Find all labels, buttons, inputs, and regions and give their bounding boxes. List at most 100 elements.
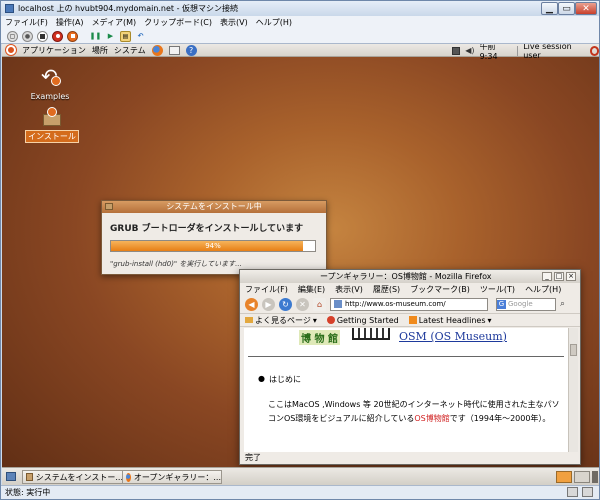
start-button[interactable]: ●	[22, 30, 33, 42]
vm-menu-action[interactable]: 操作(A)	[56, 17, 84, 28]
url-bar[interactable]: http://www.os-museum.com/	[330, 297, 488, 311]
bookmark-label: Latest Headlines	[418, 315, 486, 325]
installer-progress-bar: 94%	[110, 240, 316, 252]
page-paragraph-line-2: コンOS環境をビジュアルに紹介しているOS博物館です（1994年～2000年）。	[268, 413, 550, 424]
ubuntu-logo-icon	[6, 45, 16, 55]
menu-system[interactable]: システム	[114, 45, 146, 56]
show-desktop-icon[interactable]	[6, 472, 16, 481]
trash-icon[interactable]	[592, 471, 598, 483]
shutdown-button[interactable]	[52, 30, 63, 42]
page-bullet-text: はじめに	[268, 375, 301, 384]
bookmark-latest-headlines[interactable]: Latest Headlines ▾	[408, 315, 492, 325]
installer-heading: GRUB ブートローダをインストールしています	[110, 224, 304, 234]
power-icon[interactable]	[589, 45, 599, 56]
firefox-minimize-button[interactable]: _	[542, 272, 552, 281]
ff-menu-help[interactable]: ヘルプ(H)	[525, 284, 561, 295]
search-icon[interactable]: ⌕	[560, 299, 565, 309]
menu-applications[interactable]: アプリケーション	[22, 45, 86, 56]
firefox-maximize-button[interactable]: □	[554, 272, 564, 281]
ctrl-alt-del-button[interactable]: ▢	[7, 30, 18, 42]
revert-button[interactable]: ↶	[135, 31, 146, 42]
volume-icon[interactable]: ◀)	[465, 46, 474, 55]
reload-icon: ↻	[282, 299, 289, 309]
desktop-icon-label: Examples	[30, 92, 70, 101]
reload-button[interactable]: ↻	[279, 297, 292, 311]
ff-menu-view[interactable]: 表示(V)	[335, 284, 363, 295]
help-launcher-icon[interactable]: ?	[185, 44, 197, 56]
stop-button[interactable]: ✕	[296, 297, 309, 311]
bookmark-label: よく見るページ	[255, 315, 311, 325]
rss-icon	[408, 316, 417, 324]
minimize-button[interactable]: ▁	[541, 2, 558, 15]
vm-menu-help[interactable]: ヘルプ(H)	[256, 17, 292, 28]
installer-titlebar[interactable]: システムをインストール中	[102, 201, 326, 213]
vm-menu-clipboard[interactable]: クリップボード(C)	[144, 17, 212, 28]
snapshot-button[interactable]: ▤	[120, 30, 131, 42]
installer-dialog: システムをインストール中 GRUB ブートローダをインストールしています 94%…	[101, 200, 327, 275]
desktop-icon-install[interactable]: インストール	[22, 106, 82, 143]
os-museum-link[interactable]: OS博物館	[414, 414, 449, 423]
shutdown-icon	[55, 34, 60, 38]
installer-progress-label: 94%	[205, 242, 221, 250]
vm-statusbar: 状態: 実行中	[1, 485, 599, 499]
taskbar-item-installer[interactable]: システムをインストー...	[22, 470, 124, 484]
ff-menu-history[interactable]: 履歴(S)	[373, 284, 400, 295]
ff-menu-file[interactable]: ファイル(F)	[245, 284, 288, 295]
panel-user[interactable]: Live session user	[523, 44, 584, 60]
page-content[interactable]: 博 物 館 OSM (OS Museum) ● はじめに ここはMacOS ,W…	[244, 328, 568, 452]
home-button[interactable]: ⌂	[313, 297, 326, 311]
play-icon: ▶	[107, 32, 114, 40]
reset-button[interactable]: ▶	[105, 31, 116, 42]
film-strip-graphic	[352, 328, 390, 340]
bookmark-folder-icon	[245, 317, 253, 323]
workspace-switcher-1[interactable]	[556, 471, 572, 483]
ff-menu-edit[interactable]: 編集(E)	[298, 284, 325, 295]
turn-off-button[interactable]	[37, 30, 48, 42]
menu-places[interactable]: 場所	[92, 45, 108, 56]
vm-menu-file[interactable]: ファイル(F)	[5, 17, 48, 28]
save-state-button[interactable]	[67, 30, 78, 42]
firefox-close-button[interactable]: ×	[566, 272, 576, 281]
back-arrow-icon: ◀	[248, 299, 255, 309]
close-icon: ✕	[582, 3, 590, 14]
ff-menu-tools[interactable]: ツール(T)	[480, 284, 515, 295]
bookmark-getting-started[interactable]: Getting Started	[326, 315, 399, 325]
desktop-icon-label: インストール	[25, 130, 79, 143]
panel-clock[interactable]: 午前 9:34	[480, 44, 513, 61]
vm-status-text: 状態: 実行中	[5, 488, 51, 497]
firefox-statusbar: 完了	[240, 452, 580, 464]
vm-menu-view[interactable]: 表示(V)	[220, 17, 248, 28]
forward-button[interactable]: ▶	[262, 297, 275, 311]
workspace-switcher-2[interactable]	[574, 471, 590, 483]
vertical-scrollbar[interactable]	[568, 328, 578, 452]
vm-titlebar[interactable]: localhost 上の hvubt904.mydomain.net - 仮想マ…	[1, 1, 599, 16]
bookmark-most-visited[interactable]: よく見るページ ▾	[245, 315, 317, 326]
vm-connection-window: localhost 上の hvubt904.mydomain.net - 仮想マ…	[0, 0, 600, 500]
search-input[interactable]: Google	[508, 300, 533, 308]
firefox-titlebar[interactable]: ープンギャラリー：OS博物館 - Mozilla Firefox	[240, 270, 580, 283]
scrollbar-thumb[interactable]	[570, 344, 577, 356]
mail-launcher-icon[interactable]	[168, 45, 180, 55]
google-icon[interactable]: G	[497, 299, 506, 309]
desktop-icon-examples[interactable]: ↶ Examples	[20, 64, 80, 101]
taskbar-label: オープンギャラリー：...	[133, 472, 221, 482]
install-icon	[41, 106, 63, 128]
bookmark-label: Getting Started	[336, 315, 399, 325]
ff-menu-bookmarks[interactable]: ブックマーク(B)	[410, 284, 470, 295]
minimize-icon: ▁	[546, 3, 553, 14]
page-site-title[interactable]: OSM (OS Museum)	[399, 330, 507, 343]
taskbar-label: システムをインストー...	[35, 472, 123, 482]
guest-screen[interactable]: アプリケーション 場所 システム ? ◀) 午前 9:34 Live sessi…	[2, 44, 599, 485]
maximize-icon: □	[555, 272, 563, 280]
firefox-launcher-icon[interactable]	[151, 44, 163, 56]
vm-menubar: ファイル(F) 操作(A) メディア(M) クリップボード(C) 表示(V) ヘ…	[1, 16, 599, 29]
maximize-button[interactable]: ▭	[558, 2, 575, 15]
network-icon[interactable]	[452, 46, 461, 55]
page-paragraph-line-1: ここはMacOS ,Windows 等 20世紀のインターネット時代に使用された…	[268, 400, 560, 409]
back-button[interactable]: ◀	[245, 297, 258, 311]
taskbar-item-firefox[interactable]: オープンギャラリー：...	[122, 470, 222, 484]
vm-menu-media[interactable]: メディア(M)	[92, 17, 137, 28]
pause-button[interactable]: ❚❚	[90, 31, 102, 42]
close-button[interactable]: ✕	[575, 2, 597, 15]
search-engine-box[interactable]: G Google	[496, 297, 556, 311]
